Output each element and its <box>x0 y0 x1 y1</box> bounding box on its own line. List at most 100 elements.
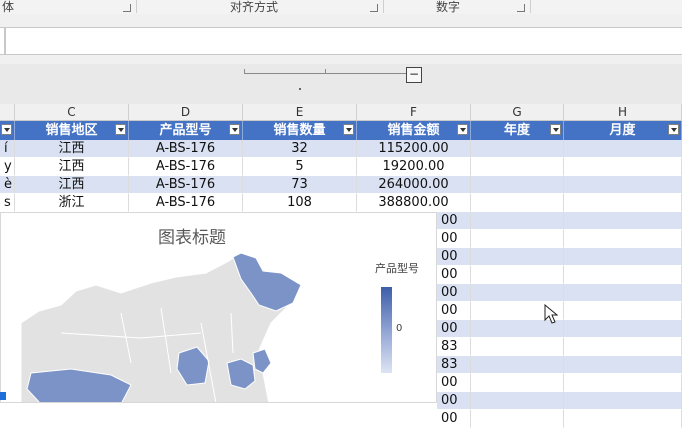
legend-title: 产品型号 <box>375 262 419 275</box>
cell-empty[interactable] <box>471 158 564 176</box>
cell-empty[interactable] <box>564 140 682 158</box>
cell-amount-partial[interactable]: 00 <box>437 374 471 392</box>
cell-model[interactable]: A-BS-176 <box>129 176 243 194</box>
cell-empty[interactable] <box>471 356 564 374</box>
selection-handle <box>0 392 6 400</box>
cell-empty[interactable] <box>564 248 682 266</box>
cell-empty[interactable] <box>471 140 564 158</box>
column-header-g[interactable]: G <box>471 104 564 121</box>
chart-pane-toolbar <box>0 64 682 104</box>
cell-region[interactable]: 江西 <box>15 158 129 176</box>
cell-empty[interactable] <box>471 212 564 230</box>
column-header-e[interactable]: E <box>243 104 357 121</box>
cell-empty[interactable] <box>564 320 682 338</box>
column-header-f[interactable]: F <box>357 104 471 121</box>
cell-amount-partial[interactable]: 83 <box>437 338 471 356</box>
cell-region[interactable]: 江西 <box>15 176 129 194</box>
alignment-dialog-launcher-icon[interactable] <box>370 4 378 12</box>
filter-dropdown-icon[interactable] <box>668 124 679 135</box>
map-chart[interactable]: 图表标题 产品型号 0 <box>0 212 437 403</box>
cell-amount-partial[interactable]: 00 <box>437 320 471 338</box>
cell-model[interactable]: A-BS-176 <box>129 194 243 212</box>
formula-input[interactable] <box>5 27 682 55</box>
cell-empty[interactable] <box>564 392 682 410</box>
legend-tick-label: 0 <box>396 323 403 334</box>
cell-a[interactable]: è <box>0 176 15 194</box>
cell-empty[interactable] <box>564 158 682 176</box>
cell-empty[interactable] <box>471 248 564 266</box>
cell-amount[interactable]: 388800.00 <box>357 194 471 212</box>
cell-amount-partial[interactable]: 00 <box>437 284 471 302</box>
cell-empty[interactable] <box>471 194 564 212</box>
cell-qty[interactable]: 108 <box>243 194 357 212</box>
cell-empty[interactable] <box>564 230 682 248</box>
cell-empty[interactable] <box>564 284 682 302</box>
cell-qty[interactable]: 73 <box>243 176 357 194</box>
cell-amount-partial[interactable]: 00 <box>437 302 471 320</box>
cell-amount-partial[interactable]: 00 <box>437 248 471 266</box>
cell-amount-partial[interactable]: 00 <box>437 392 471 410</box>
filter-dropdown-icon[interactable] <box>343 124 354 135</box>
cell-empty[interactable] <box>564 194 682 212</box>
cell-empty[interactable] <box>471 392 564 410</box>
cell-region[interactable]: 江西 <box>15 140 129 158</box>
cell-amount-partial[interactable]: 00 <box>437 230 471 248</box>
cell-empty[interactable] <box>471 176 564 194</box>
cell-empty[interactable] <box>564 212 682 230</box>
filter-dropdown-icon[interactable] <box>457 124 468 135</box>
cell-model[interactable]: A-BS-176 <box>129 158 243 176</box>
cell-empty[interactable] <box>564 374 682 392</box>
ribbon-group-labels <box>0 0 682 15</box>
filter-dropdown-icon[interactable] <box>229 124 240 135</box>
header-amount: 销售金额 <box>387 123 440 138</box>
cell-amount-partial[interactable]: 00 <box>437 410 471 428</box>
cell-amount[interactable]: 115200.00 <box>357 140 471 158</box>
cell-amount-partial[interactable]: 00 <box>437 212 471 230</box>
region-zhejiang <box>252 348 272 374</box>
table-header-cell: 月度 <box>564 121 682 140</box>
cell-qty[interactable]: 32 <box>243 140 357 158</box>
cell-empty[interactable] <box>471 284 564 302</box>
cell-amount[interactable]: 19200.00 <box>357 158 471 176</box>
column-header-h[interactable]: H <box>564 104 682 121</box>
cell-model[interactable]: A-BS-176 <box>129 140 243 158</box>
cell-empty[interactable] <box>471 338 564 356</box>
cell-empty[interactable] <box>564 338 682 356</box>
china-map <box>20 252 302 402</box>
cell-region[interactable]: 浙江 <box>15 194 129 212</box>
column-header-b[interactable] <box>0 104 15 121</box>
table-header-cell: 销售金额 <box>357 121 471 140</box>
cell-empty[interactable] <box>471 230 564 248</box>
ribbon-separator <box>383 0 384 13</box>
filter-dropdown-icon[interactable] <box>115 124 126 135</box>
cell-empty[interactable] <box>471 374 564 392</box>
cell-amount-partial[interactable]: 00 <box>437 266 471 284</box>
cell-empty[interactable] <box>471 410 564 428</box>
region-jiangxi <box>226 358 256 390</box>
column-header-d[interactable]: D <box>129 104 243 121</box>
cell-empty[interactable] <box>564 356 682 374</box>
cell-a[interactable]: s ă <box>0 194 15 212</box>
cell-amount[interactable]: 264000.00 <box>357 176 471 194</box>
filter-dropdown-icon[interactable] <box>550 124 561 135</box>
cell-empty[interactable] <box>564 176 682 194</box>
mouse-pointer-icon <box>544 304 558 324</box>
column-header-c[interactable]: C <box>15 104 129 121</box>
cell-amount-partial[interactable]: 83 <box>437 356 471 374</box>
zoom-out-button[interactable]: − <box>406 67 422 83</box>
cell-empty[interactable] <box>564 302 682 320</box>
table-header-cell: 产品型号 <box>129 121 243 140</box>
number-dialog-launcher-icon[interactable] <box>517 4 525 12</box>
ribbon-group-alignment-label: 对齐方式 <box>230 0 279 14</box>
cell-qty[interactable]: 5 <box>243 158 357 176</box>
filter-dropdown-icon[interactable] <box>1 124 12 135</box>
cell-empty[interactable] <box>564 266 682 284</box>
font-dialog-launcher-icon[interactable] <box>123 4 131 12</box>
cell-empty[interactable] <box>471 266 564 284</box>
ribbon-separator <box>136 0 137 13</box>
cell-a[interactable]: í <box>0 140 15 158</box>
table-header-cell: 销售数量 <box>243 121 357 140</box>
cell-empty[interactable] <box>564 410 682 428</box>
cell-a[interactable]: y <box>0 158 15 176</box>
header-region: 销售地区 <box>45 123 98 138</box>
